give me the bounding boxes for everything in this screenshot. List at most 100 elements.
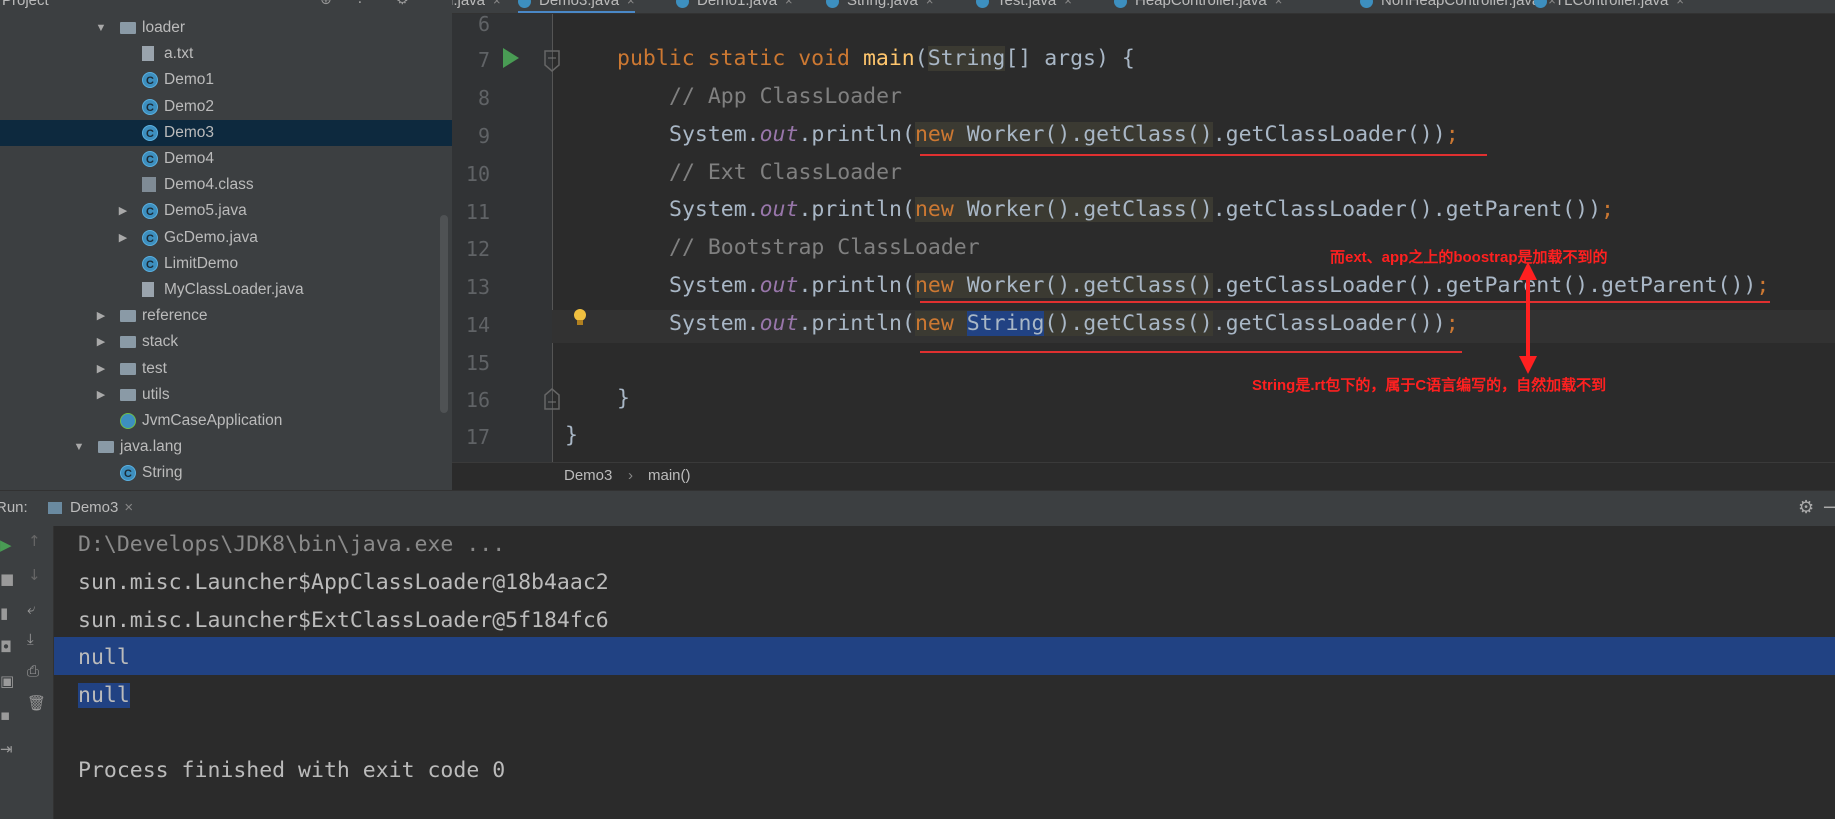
expand-arrow-icon[interactable]: ▼ — [94, 15, 108, 41]
tree-item-jvmcaseapplication[interactable]: JvmCaseApplication — [0, 408, 452, 434]
tree-item-label: reference — [142, 307, 208, 325]
class-icon — [142, 252, 158, 278]
tree-item-label: Demo4 — [164, 150, 214, 167]
close-icon[interactable]: × — [493, 0, 501, 8]
class-icon — [518, 0, 531, 8]
trash-icon[interactable]: 🗑 — [27, 694, 46, 712]
folder-icon — [120, 22, 136, 34]
collapse-arrow-icon[interactable]: ▶ — [116, 225, 130, 251]
pause-icon[interactable]: ▮ — [0, 604, 8, 622]
gear-icon[interactable]: ⚙ — [1798, 497, 1814, 518]
close-icon[interactable]: × — [1676, 0, 1684, 8]
pin-icon[interactable]: ▪ — [0, 706, 10, 724]
console-line-selected: null — [78, 683, 130, 708]
class-icon — [1534, 0, 1547, 8]
tree-item-gcdemo-java[interactable]: ▶ GcDemo.java — [0, 225, 452, 252]
external-icon[interactable]: ⇥ — [0, 740, 13, 758]
fold-start-icon[interactable] — [544, 50, 560, 72]
code-line-10: // Ext ClassLoader — [669, 160, 902, 185]
close-icon[interactable]: × — [1064, 0, 1072, 8]
rerun-icon[interactable]: ▶ — [0, 536, 12, 554]
tree-item-demo1[interactable]: Demo1 — [0, 67, 452, 94]
layout-icon[interactable]: ▣ — [0, 672, 14, 690]
code-line-9: System.out.println(new Worker().getClass… — [669, 122, 1459, 147]
arrow-up-icon[interactable]: ↑ — [28, 532, 41, 550]
collapse-arrow-icon[interactable]: ▶ — [116, 198, 130, 224]
stop-icon[interactable]: ■ — [0, 570, 14, 588]
close-icon[interactable]: × — [926, 0, 934, 8]
tree-item-label: utils — [142, 385, 170, 403]
breadcrumb-class[interactable]: Demo3 — [564, 467, 612, 484]
tree-item-stack[interactable]: ▶ stack — [0, 329, 452, 355]
tree-item-string[interactable]: String — [0, 460, 452, 487]
run-tab-demo3[interactable]: Demo3 × — [48, 499, 133, 516]
red-underline — [920, 301, 1770, 303]
tree-item-label: Demo1 — [164, 71, 214, 89]
line-number: 17 — [465, 425, 490, 449]
tab-demo3[interactable]: Demo3.java × — [518, 0, 635, 13]
class-icon — [826, 0, 839, 8]
folder-icon — [120, 310, 136, 323]
double-arrow-annotation — [1519, 262, 1537, 374]
tree-item-demo3[interactable]: Demo3 — [0, 119, 452, 147]
tab-tl-controller[interactable]: TLController.java × — [1534, 0, 1684, 13]
tree-item-demo5-java[interactable]: ▶ Demo5.java — [0, 198, 452, 225]
close-icon[interactable]: × — [124, 499, 133, 516]
folder-icon — [120, 336, 136, 349]
line-number: 14 — [465, 313, 490, 337]
print-icon[interactable]: ⎙ — [27, 662, 39, 680]
lightbulb-icon[interactable] — [572, 308, 588, 328]
close-icon[interactable]: × — [785, 0, 793, 8]
tree-item-reference[interactable]: ▶ reference — [0, 303, 452, 329]
tree-item-test[interactable]: ▶ test — [0, 356, 452, 382]
scroll-to-end-icon[interactable]: ⤓ — [27, 630, 34, 648]
collapse-arrow-icon[interactable]: ▶ — [94, 382, 108, 408]
tab-string[interactable]: String.java × — [826, 0, 934, 13]
console-line: D:\Develops\JDK8\bin\java.exe ... — [78, 532, 506, 557]
collapse-arrow-icon[interactable]: ▶ — [94, 356, 108, 382]
code-line-13: System.out.println(new Worker().getClass… — [669, 273, 1770, 298]
project-scrollbar[interactable] — [440, 215, 448, 413]
collapse-arrow-icon[interactable]: ▶ — [94, 303, 108, 329]
tab-demo1[interactable]: Demo1.java × — [676, 0, 793, 13]
collapse-icon[interactable]: ÷ — [354, 0, 366, 8]
tree-item-a-txt[interactable]: a.txt — [0, 41, 452, 67]
tab-test[interactable]: Test.java × — [976, 0, 1072, 13]
tree-item-java-lang[interactable]: ▼ java.lang — [0, 434, 452, 460]
console-line-selected: null — [78, 645, 130, 670]
project-panel-title[interactable]: Project — [2, 0, 49, 9]
line-number: 12 — [465, 237, 490, 261]
tab-heap-controller[interactable]: HeapController.java × — [1114, 0, 1283, 13]
class-icon — [676, 0, 689, 8]
class-icon — [142, 121, 158, 147]
tab-nonheap-controller[interactable]: NonHeapController.java × — [1360, 0, 1556, 13]
tree-item-limitdemo[interactable]: LimitDemo — [0, 251, 452, 278]
collapse-arrow-icon[interactable]: ▶ — [94, 329, 108, 355]
code-editor[interactable] — [452, 14, 1835, 462]
class-icon — [142, 226, 158, 252]
line-number: 15 — [465, 351, 490, 375]
minimize-icon[interactable]: − — [1822, 497, 1835, 518]
pkg-icon — [98, 441, 114, 454]
tree-item-demo4[interactable]: Demo4 — [0, 146, 452, 173]
tree-item-demo4-class[interactable]: Demo4.class — [0, 172, 452, 198]
tree-item-label: Demo2 — [164, 97, 214, 115]
camera-icon[interactable]: ◘ — [0, 638, 12, 656]
soft-wrap-icon[interactable]: ⤶ — [27, 600, 35, 618]
tree-item-demo2[interactable]: Demo2 — [0, 94, 452, 121]
tree-item-utils[interactable]: ▶ utils — [0, 382, 452, 408]
breadcrumb-method[interactable]: main() — [648, 467, 691, 484]
run-icon[interactable] — [503, 48, 519, 68]
expand-arrow-icon[interactable]: ▼ — [72, 434, 86, 460]
close-icon[interactable]: × — [1275, 0, 1283, 8]
close-icon[interactable]: × — [627, 0, 635, 8]
line-number: 7 — [477, 48, 490, 72]
globe-icon[interactable]: ⊕ — [320, 0, 332, 8]
tree-item-loader[interactable]: ▼ loader — [0, 15, 452, 41]
fold-end-icon[interactable] — [544, 388, 560, 410]
gear-icon[interactable]: ⚙ — [396, 0, 409, 8]
arrow-down-icon[interactable]: ↓ — [28, 566, 41, 584]
class-icon — [1114, 0, 1127, 8]
line-number: 8 — [477, 86, 490, 110]
tree-item-myclassloader-java[interactable]: MyClassLoader.java — [0, 277, 452, 303]
